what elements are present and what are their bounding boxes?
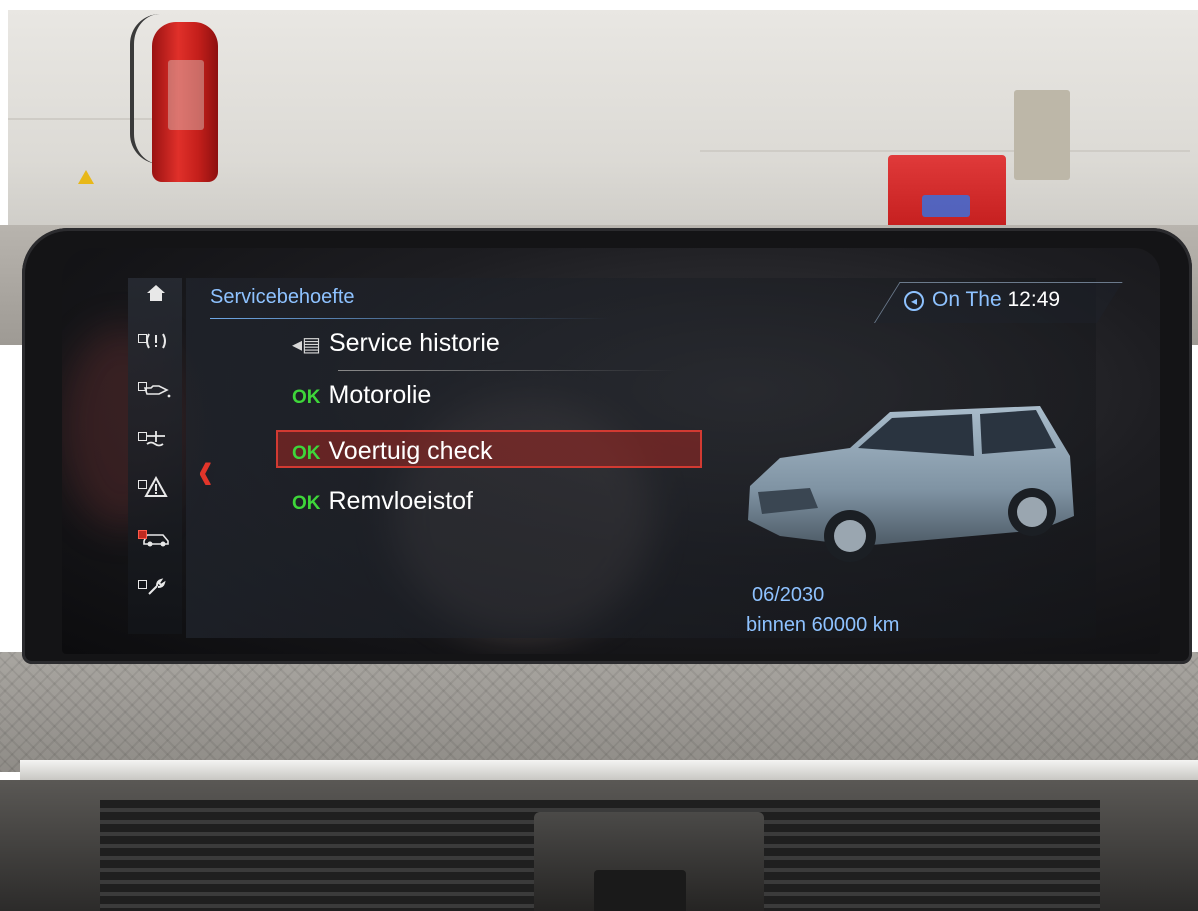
red-box-logo (922, 195, 970, 217)
chrome-strip (20, 760, 1198, 780)
menu-item-label: Voertuig check (328, 437, 493, 465)
ok-status: OK (292, 387, 321, 408)
service-due-date: 06/2030 (752, 584, 825, 606)
electrical-box (1014, 90, 1070, 180)
status-square (138, 580, 147, 589)
header-divider (210, 318, 610, 319)
icon-rail (128, 278, 182, 634)
vent-control-inner (594, 870, 686, 911)
menu-item-service-history[interactable]: ◂▤ Service historie (292, 324, 702, 362)
rear-rim (1017, 497, 1047, 527)
menu-item-voertuig-check[interactable]: OK Voertuig check (276, 430, 702, 468)
dashboard-trim (0, 652, 1198, 772)
status-bar: On The 12:49 (932, 288, 1060, 312)
status-square (138, 480, 147, 489)
status-square (138, 334, 147, 343)
ok-status: OK (292, 493, 321, 514)
vehicle-image (748, 406, 1074, 562)
infotainment-screen: Servicebehoefte ◂ On The 12:49 ‹ ◂▤ Servi… (62, 248, 1160, 654)
oil-icon[interactable] (136, 378, 176, 410)
menu-item-label: Motorolie (328, 381, 432, 409)
warning-triangle-icon[interactable] (136, 475, 176, 508)
menu-item-remvloeistof[interactable]: OK Remvloeistof (292, 482, 702, 520)
coolant-icon[interactable] (136, 428, 176, 460)
front-rim (834, 520, 866, 552)
status-square-active (138, 530, 147, 539)
wall-seam (700, 150, 1190, 152)
car-service-icon[interactable] (136, 526, 176, 558)
menu-item-motorolie[interactable]: OK Motorolie (292, 376, 702, 414)
home-icon[interactable] (136, 282, 176, 314)
status-day: On The (932, 288, 1002, 311)
wrench-service-icon[interactable] (136, 576, 176, 608)
page-title: Servicebehoefte (210, 286, 355, 308)
clock-icon: ◂ (904, 291, 924, 311)
warning-sign (78, 170, 94, 184)
status-square (138, 432, 147, 441)
extinguisher-label (168, 60, 204, 130)
tire-pressure-icon[interactable] (136, 330, 176, 362)
menu-item-label: Service historie (328, 329, 500, 357)
red-box (888, 155, 1006, 230)
menu-divider (338, 370, 678, 371)
status-square (138, 382, 147, 391)
menu-item-label: Remvloeistof (328, 487, 474, 515)
warning-triangle-shape (144, 475, 168, 497)
ok-status: OK (292, 443, 321, 464)
back-chevron-icon[interactable]: ‹ (198, 439, 213, 504)
service-history-icon: ◂▤ (292, 334, 321, 356)
status-time: 12:49 (1007, 288, 1061, 311)
service-due-distance: binnen 60000 km (746, 614, 900, 636)
home-icon-shape (147, 285, 165, 301)
